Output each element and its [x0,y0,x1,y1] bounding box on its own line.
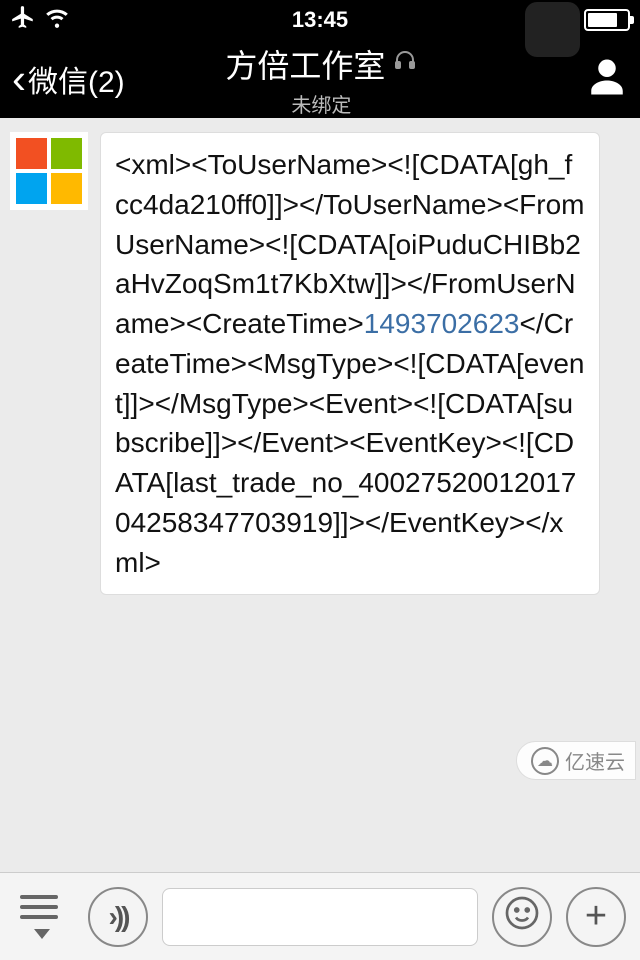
status-time: 13:45 [292,7,348,33]
input-bar: ›)) + [0,872,640,960]
create-time-value[interactable]: 1493702623 [364,308,520,339]
xml-part-2: </CreateTime><MsgType><![CDATA[event]]><… [115,308,584,578]
keyboard-toggle-button[interactable] [14,887,74,947]
emoji-button[interactable] [492,887,552,947]
nav-subtitle: 未绑定 [65,89,578,118]
headset-icon [393,48,417,79]
smile-icon [504,895,540,939]
battery-icon [584,9,630,31]
cloud-icon: ☁ [531,747,559,775]
background-card [525,2,580,57]
more-button[interactable]: + [566,887,626,947]
profile-icon[interactable] [586,56,628,103]
chevron-left-icon: ‹ [12,58,26,100]
avatar[interactable] [10,132,88,210]
voice-icon: ›)) [109,901,128,933]
message-input[interactable] [162,888,478,946]
plus-icon: + [585,895,607,938]
voice-button[interactable]: ›)) [88,887,148,947]
status-bar: 13:45 [0,0,640,40]
watermark: ☁ 亿速云 [516,741,636,780]
chat-area: <xml><ToUserName><![CDATA[gh_fcc4da210ff… [0,118,640,872]
wifi-icon [44,4,70,36]
page-title: 方倍工作室 [225,41,385,87]
airplane-mode-icon [10,4,36,36]
message-bubble[interactable]: <xml><ToUserName><![CDATA[gh_fcc4da210ff… [100,132,600,595]
message-row: <xml><ToUserName><![CDATA[gh_fcc4da210ff… [10,132,630,595]
watermark-text: 亿速云 [565,746,625,775]
